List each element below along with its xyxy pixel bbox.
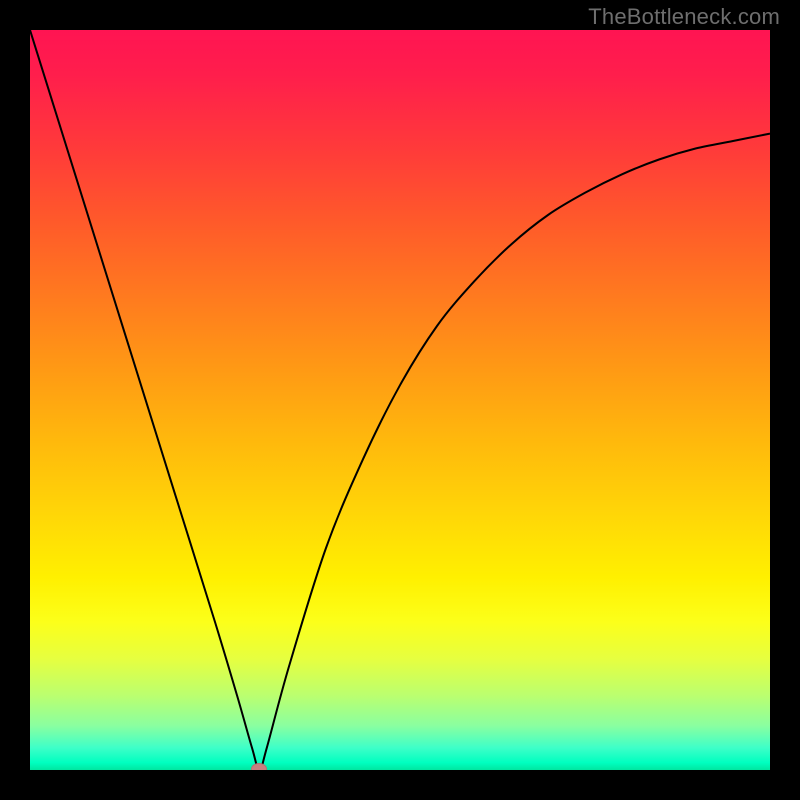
chart-frame: TheBottleneck.com — [0, 0, 800, 800]
minimum-marker — [251, 763, 267, 770]
bottleneck-curve — [30, 30, 770, 770]
curve-path — [30, 30, 770, 770]
watermark-text: TheBottleneck.com — [588, 4, 780, 30]
plot-area — [30, 30, 770, 770]
